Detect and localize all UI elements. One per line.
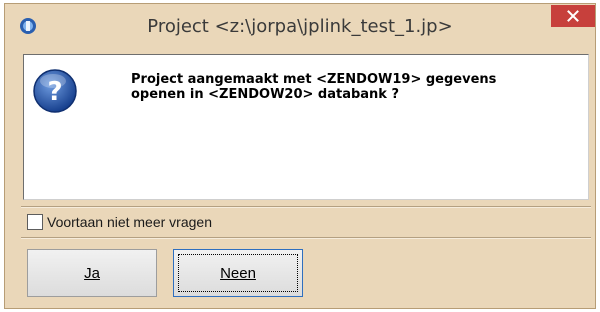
dialog-message: Project aangemaakt met <ZENDOW19> gegeve… [131,72,497,102]
close-button[interactable] [551,5,595,27]
neen-button[interactable]: Neen [173,249,303,297]
dont-ask-again-option[interactable]: Voortaan niet meer vragen [27,211,212,233]
focus-rectangle [178,254,298,292]
ja-button[interactable]: Ja [27,249,157,297]
svg-text:?: ? [47,77,62,107]
window-title: Project <z:\jorpa\jplink_test_1.jp> [147,16,453,37]
dialog-window: Project <z:\jorpa\jplink_test_1.jp> ? Pr… [4,3,596,309]
divider [21,206,591,208]
message-panel: ? Project aangemaakt met <ZENDOW19> gege… [23,54,589,200]
ja-button-label: Ja [84,264,100,282]
dont-ask-again-checkbox[interactable] [27,214,43,230]
title-bar[interactable]: Project <z:\jorpa\jplink_test_1.jp> [5,4,595,48]
question-icon: ? [32,68,78,114]
divider [21,237,591,239]
checkbox-label[interactable]: Voortaan niet meer vragen [47,214,212,230]
close-icon [567,7,579,26]
